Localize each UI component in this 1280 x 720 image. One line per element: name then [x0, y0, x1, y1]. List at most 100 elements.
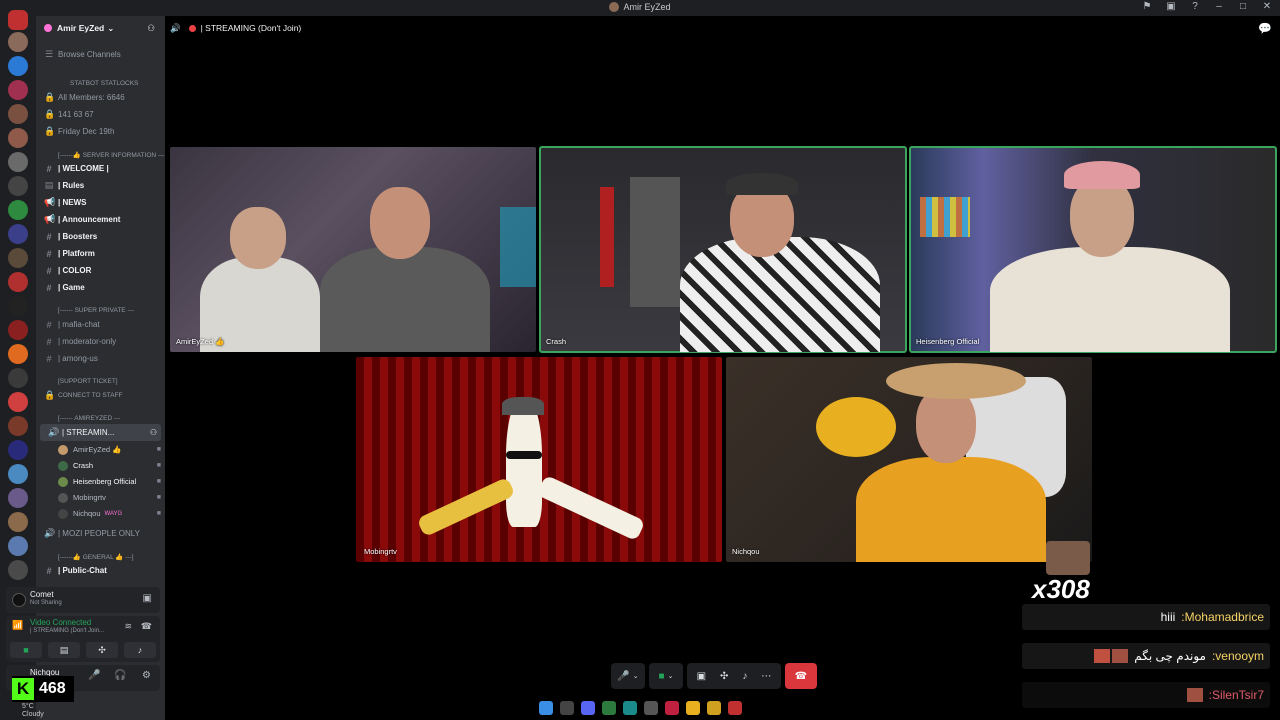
camera-button[interactable]: ■ ⌄ [649, 663, 683, 689]
windows-start-icon[interactable] [538, 701, 553, 715]
maximize-icon[interactable]: □ [1236, 1, 1250, 12]
channel-item[interactable]: ▤ | Rules [36, 177, 165, 194]
chevron-down-icon: ⌄ [667, 673, 674, 680]
add-user-icon[interactable]: ⚇ [150, 428, 157, 437]
server-icon[interactable] [8, 32, 28, 52]
minimize-icon[interactable]: – [1212, 1, 1226, 12]
disconnect-icon[interactable]: ☎ [141, 621, 152, 632]
microphone-icon[interactable]: 🎤 [88, 670, 100, 681]
screen-share-icon[interactable]: ▣ [697, 671, 706, 682]
channel-item[interactable]: # | mafia-chat [36, 316, 165, 333]
voice-channel-streaming[interactable]: 🔊 | STREAMIN... ⚇ [40, 424, 161, 441]
soundboard-icon[interactable]: ♪ [742, 671, 747, 682]
server-icon[interactable] [8, 296, 28, 316]
video-tile[interactable]: Nichqou [726, 357, 1092, 562]
microphone-button[interactable]: 🎤 ⌄ [611, 663, 645, 689]
inbox-icon[interactable]: ⚑ [1140, 1, 1154, 12]
browse-channels[interactable]: ☰ Browse Channels [36, 46, 165, 63]
app-icon[interactable] [601, 701, 616, 715]
server-icon[interactable] [8, 416, 28, 436]
server-icon[interactable] [8, 104, 28, 124]
chat-icon[interactable]: 💬 [1258, 22, 1272, 35]
server-icon[interactable] [8, 128, 28, 148]
channel-item[interactable]: # | moderator-only [36, 333, 165, 350]
video-tile[interactable]: Mobingrtv [356, 357, 722, 562]
voice-user[interactable]: Crash ■ [58, 458, 161, 473]
voice-user[interactable]: Nichqou WAYG ■ [58, 506, 161, 521]
channel-item[interactable]: # | Public-Chat [36, 562, 165, 579]
server-icon[interactable] [8, 560, 28, 580]
headphones-icon[interactable]: 🎧 [114, 670, 126, 681]
server-icon[interactable] [8, 392, 28, 412]
server-icon[interactable] [8, 176, 28, 196]
channel-label: | Announcement [58, 215, 121, 224]
obs-icon[interactable] [643, 701, 658, 715]
screen-share-button[interactable]: ▤ [48, 642, 80, 658]
noise-suppression-icon[interactable]: ≋ [124, 621, 132, 632]
channel-item[interactable]: # | WELCOME | [36, 160, 165, 177]
participant-figure [320, 247, 490, 352]
server-icon[interactable] [8, 344, 28, 364]
server-icon[interactable] [8, 368, 28, 388]
video-tile[interactable]: Heisenberg Official [909, 146, 1277, 353]
server-icon[interactable] [8, 200, 28, 220]
weather-temp: 5°C [22, 703, 34, 710]
channel-item[interactable]: # | Boosters [36, 228, 165, 245]
channel-item[interactable]: # | among-us [36, 350, 165, 367]
screen-icon[interactable]: ▣ [1164, 1, 1178, 12]
server-icon[interactable] [8, 512, 28, 532]
channel-item[interactable]: # | Game [36, 279, 165, 296]
app-icon[interactable] [664, 701, 679, 715]
chevron-down-icon: ⌄ [107, 22, 115, 33]
more-icon[interactable]: ⋯ [761, 671, 771, 682]
server-icon[interactable] [8, 488, 28, 508]
disconnect-button[interactable]: ☎ [785, 663, 817, 689]
weather-widget[interactable]: 5°C Cloudy [22, 703, 44, 719]
help-icon[interactable]: ? [1188, 1, 1202, 12]
app-icon[interactable] [727, 701, 742, 715]
activities-button[interactable]: ✣ [86, 642, 118, 658]
add-user-icon[interactable]: ⚇ [147, 23, 155, 34]
server-icon[interactable] [8, 152, 28, 172]
voice-channel-mozi[interactable]: 🔊 | MOZI PEOPLE ONLY [36, 525, 165, 542]
stat-date[interactable]: 🔒 Friday Dec 19th [36, 123, 165, 140]
server-icon[interactable] [8, 248, 28, 268]
server-icon[interactable] [8, 56, 28, 76]
video-tile[interactable]: Crash [539, 146, 907, 353]
soundboard-button[interactable]: ♪ [124, 642, 156, 658]
microphone-icon: 🎤 [617, 670, 630, 682]
server-icon[interactable] [8, 224, 28, 244]
voice-user[interactable]: Heisenberg Official ■ [58, 474, 161, 489]
server-icon[interactable] [8, 272, 28, 292]
video-tile[interactable]: AmirEyZed 👍 [170, 147, 536, 352]
camera-button[interactable]: ■ [10, 642, 42, 658]
screen-share-icon[interactable]: ▣ [143, 593, 152, 604]
server-icon[interactable] [8, 320, 28, 340]
voice-user[interactable]: Mobingrtv ■ [58, 490, 161, 505]
server-header[interactable]: Amir EyZed ⌄ ⚇ [36, 16, 165, 40]
close-icon[interactable]: ✕ [1260, 1, 1274, 12]
gear-icon[interactable]: ⚙ [142, 670, 151, 681]
folder-icon[interactable] [685, 701, 700, 715]
app-icon[interactable] [706, 701, 721, 715]
taskview-icon[interactable] [559, 701, 574, 715]
channel-item[interactable]: 🔒 CONNECT TO STAFF [36, 387, 165, 404]
server-icon[interactable] [8, 10, 28, 30]
category-label: [------👍 GENERAL 👍 ---] [58, 553, 134, 561]
server-icon[interactable] [8, 536, 28, 556]
server-icon[interactable] [8, 464, 28, 484]
channel-item[interactable]: # | COLOR [36, 262, 165, 279]
edge-icon[interactable] [622, 701, 637, 715]
server-icon[interactable] [8, 440, 28, 460]
server-icon[interactable] [8, 80, 28, 100]
activities-icon[interactable]: ✣ [720, 671, 728, 682]
stat-status[interactable]: 🔒 141 63 67 [36, 106, 165, 123]
channel-item[interactable]: 📢 | NEWS [36, 194, 165, 211]
discord-icon[interactable] [580, 701, 595, 715]
channel-item[interactable]: # | Platform [36, 245, 165, 262]
voice-user[interactable]: AmirEyZed 👍 ■ [58, 442, 161, 457]
stat-members[interactable]: 🔒 All Members: 6646 [36, 89, 165, 106]
voice-user-name: Mobingrtv [73, 493, 106, 502]
channel-item[interactable]: 📢 | Announcement [36, 211, 165, 228]
voice-user-name: Nichqou [73, 509, 101, 518]
